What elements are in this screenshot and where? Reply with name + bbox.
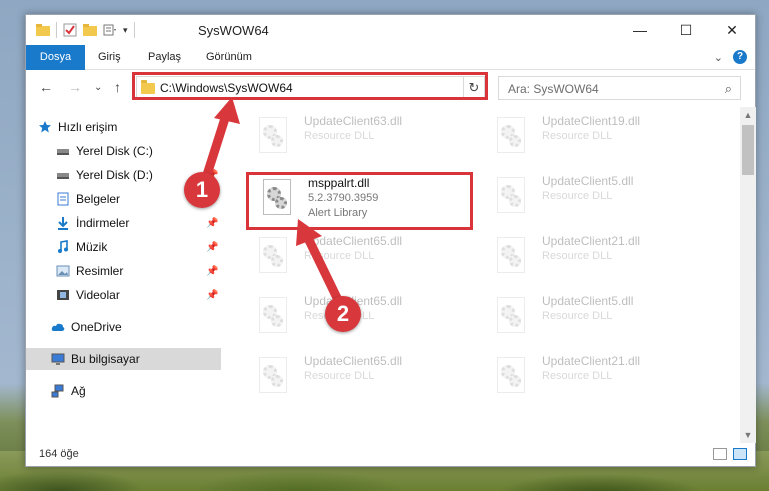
callout-step-1: 1 bbox=[184, 172, 220, 208]
callout-step-2: 2 bbox=[325, 296, 361, 332]
arrow-to-file bbox=[296, 219, 343, 305]
arrow-to-address bbox=[201, 97, 240, 183]
annotation-arrows bbox=[201, 97, 343, 305]
